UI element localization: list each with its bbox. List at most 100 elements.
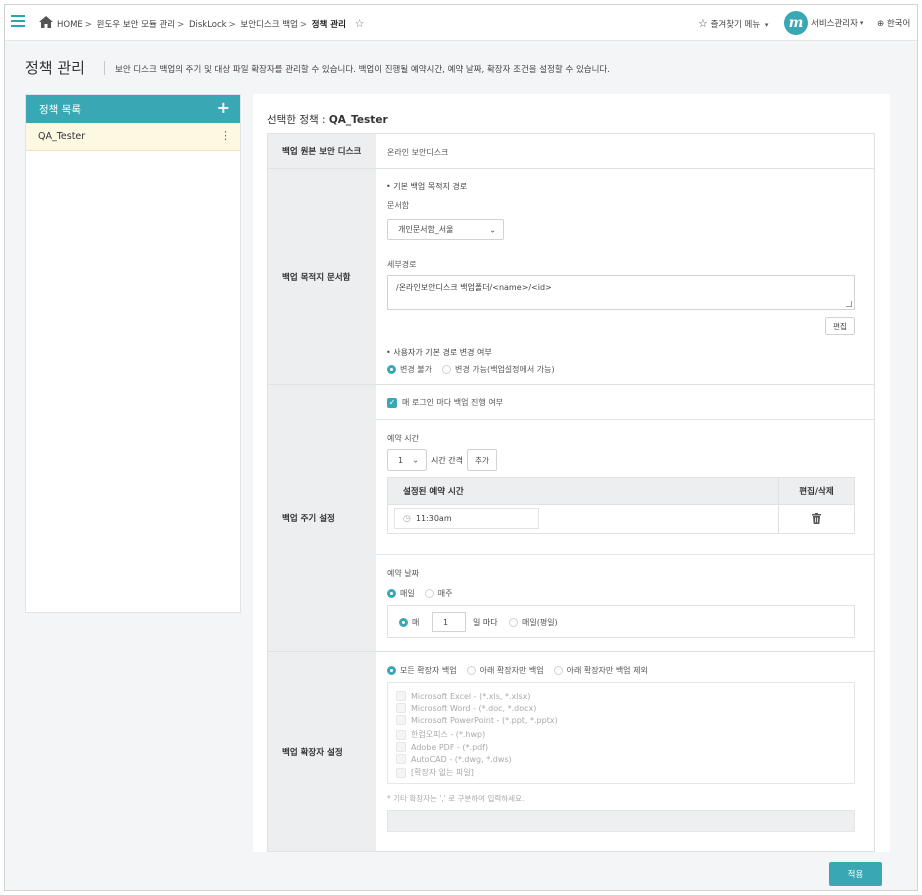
extension-list-box: Microsoft Excel - (*.xls, *.xlsx) Micros… <box>387 682 855 784</box>
schedule-label: 백업 주기 설정 <box>268 385 376 651</box>
extensions-label: 백업 확장자 설정 <box>268 652 376 851</box>
login-backup-checkbox[interactable]: ✓ 매 로그인 마다 백업 진행 여부 <box>387 397 503 408</box>
extension-item[interactable]: Microsoft Word - (*.doc, *.docx) <box>396 703 536 713</box>
date-title: 예약 날짜 <box>387 569 419 578</box>
user-change-radio-group: 변경 불가 변경 가능(백업설정에서 가능) <box>387 364 565 375</box>
globe-icon: ⊕ <box>877 19 885 29</box>
default-path-title: • 기본 백업 목적지 경로 <box>386 182 468 191</box>
checkbox-checked-icon: ✓ <box>387 397 397 408</box>
add-policy-button[interactable]: + <box>217 100 230 116</box>
destination-row: 백업 목적지 문서함 • 기본 백업 목적지 경로 문서함 개인문서함_서울 ⌄… <box>268 169 874 385</box>
star-icon: ☆ <box>698 17 708 30</box>
app-window: HOME > 윈도우 보안 모듈 관리 > DiskLock > 보안디스크 백업 > … <box>4 4 918 891</box>
source-value: 온라인 보안디스크 <box>387 148 449 157</box>
policy-detail-panel: 선택한 정책 : QA_Tester 백업 원본 보안 디스크 온라인 보안디스… <box>253 94 890 852</box>
policy-settings-table: 백업 원본 보안 디스크 온라인 보안디스크 백업 목적지 문서함 • 기본 백… <box>267 133 875 852</box>
chevron-down-icon: ⌄ <box>412 455 419 465</box>
breadcrumb-current: 정책 관리 <box>311 20 346 30</box>
radio-daily[interactable]: 매일 <box>387 588 415 599</box>
caret-down-icon: ▾ <box>859 19 864 27</box>
breadcrumb-backup[interactable]: 보안디스크 백업 <box>240 20 297 30</box>
cabinet-select[interactable]: 개인문서함_서울 ⌄ <box>387 219 504 240</box>
page-description: 보안 디스크 백업의 주기 및 대상 파일 확장자를 관리할 수 있습니다. 백… <box>115 65 610 75</box>
time-field[interactable]: ◷ 11:30am <box>394 508 539 529</box>
star-outline-icon[interactable]: ☆ <box>355 18 365 29</box>
source-row: 백업 원본 보안 디스크 온라인 보안디스크 <box>268 134 874 169</box>
radio-weekly[interactable]: 매주 <box>424 588 452 599</box>
trash-icon[interactable] <box>812 513 821 524</box>
radio-exclude-only[interactable]: 아래 확장자만 백업 제외 <box>553 665 648 676</box>
scheduled-times-table: 설정된 예약 시간 편집/삭제 ◷ 11:30am <box>387 477 855 534</box>
destination-label: 백업 목적지 문서함 <box>268 169 376 384</box>
selected-policy-title: 선택한 정책 : QA_Tester <box>267 112 388 127</box>
title-divider <box>104 61 105 75</box>
time-value: 11:30am <box>415 514 452 523</box>
policy-list-header: 정책 목록 + <box>26 95 240 123</box>
breadcrumb-windows-security[interactable]: 윈도우 보안 모듈 관리 <box>97 20 176 30</box>
every-days-input[interactable]: 1 <box>432 612 466 632</box>
extensions-row: 백업 확장자 설정 모든 확장자 백업 아래 확장자만 백업 아래 확장자만 백… <box>268 652 874 852</box>
radio-all-extensions[interactable]: 모든 확장자 백업 <box>387 665 457 676</box>
breadcrumb-disklock[interactable]: DiskLock <box>189 20 227 30</box>
policy-list-title: 정책 목록 <box>39 103 81 116</box>
extension-note: * 기타 확장자는 ',' 로 구분하여 입력하세요. <box>387 794 525 803</box>
extension-item[interactable]: AutoCAD - (*.dwg, *.dws) <box>396 754 512 764</box>
policy-name: QA_Tester <box>38 131 86 142</box>
caret-down-icon: ▾ <box>764 21 769 29</box>
user-menu[interactable]: m 서비스관리자 ▾ <box>784 11 863 35</box>
selected-policy-prefix: 선택한 정책 : <box>267 114 329 126</box>
cabinet-label: 문서함 <box>387 201 410 210</box>
date-radio-group: 매일 매주 <box>387 588 462 599</box>
subpath-textarea[interactable]: /온라인보안디스크 백업폴더/<name>/<id> <box>387 275 855 310</box>
favorites-menu[interactable]: ☆ 즐겨찾기 메뉴 ▾ <box>698 17 768 30</box>
avatar: m <box>784 11 808 35</box>
radio-no-change[interactable]: 변경 불가 <box>387 364 432 375</box>
subpath-value: /온라인보안디스크 백업폴더/<name>/<id> <box>396 283 552 292</box>
top-bar: HOME > 윈도우 보안 모듈 관리 > DiskLock > 보안디스크 백업 > … <box>5 5 917 41</box>
selected-policy-name: QA_Tester <box>328 114 388 126</box>
apply-button[interactable]: 적용 <box>829 862 882 886</box>
extension-mode-radio-group: 모든 확장자 백업 아래 확장자만 백업 아래 확장자만 백업 제외 <box>387 665 658 676</box>
clock-icon: ◷ <box>403 513 411 524</box>
radio-can-change[interactable]: 변경 가능(백업설정에서 가능) <box>441 364 555 375</box>
page-title: 정책 관리 <box>25 59 85 77</box>
extension-item[interactable]: [확장자 없는 파일] <box>396 767 474 778</box>
table-row: ◷ 11:30am <box>388 504 854 533</box>
radio-every-n-days[interactable]: 매 <box>399 617 419 628</box>
extension-item[interactable]: Adobe PDF - (*.pdf) <box>396 742 488 752</box>
time-title: 예약 시간 <box>387 434 419 443</box>
scheduled-times-header: 설정된 예약 시간 편집/삭제 <box>388 478 854 504</box>
subpath-label: 세부경로 <box>387 260 417 269</box>
cabinet-value: 개인문서함_서울 <box>398 225 454 234</box>
every-suffix: 일 마다 <box>473 618 498 627</box>
radio-include-only[interactable]: 아래 확장자만 백업 <box>466 665 544 676</box>
custom-extension-input[interactable] <box>387 810 855 832</box>
menu-icon[interactable] <box>11 15 25 27</box>
source-label: 백업 원본 보안 디스크 <box>268 134 376 168</box>
schedule-row: 백업 주기 설정 ✓ 매 로그인 마다 백업 진행 여부 예약 시간 1 ⌄ 시… <box>268 385 874 652</box>
policy-list-panel: 정책 목록 + QA_Tester ⋮ <box>25 94 241 613</box>
policy-list-item[interactable]: QA_Tester ⋮ <box>26 123 240 151</box>
breadcrumb: HOME > 윈도우 보안 모듈 관리 > DiskLock > 보안디스크 백업 > … <box>57 17 365 30</box>
interval-value: 1 <box>398 455 404 465</box>
favorites-label: 즐겨찾기 메뉴 <box>710 20 761 30</box>
header-action: 편집/삭제 <box>799 487 834 497</box>
language-menu[interactable]: ⊕ 한국어 <box>877 17 910 29</box>
chevron-down-icon: ⌄ <box>489 225 496 234</box>
language-label: 한국어 <box>886 19 911 29</box>
edit-path-button[interactable]: 편집 <box>825 317 855 335</box>
breadcrumb-home[interactable]: HOME <box>57 20 83 30</box>
extension-item[interactable]: 한컴오피스 - (*.hwp) <box>396 729 485 740</box>
user-change-title: • 사용자가 기본 경로 변경 여부 <box>386 348 492 357</box>
kebab-menu-icon[interactable]: ⋮ <box>220 130 231 141</box>
extension-item[interactable]: Microsoft Excel - (*.xls, *.xlsx) <box>396 691 531 701</box>
header-time: 설정된 예약 시간 <box>403 487 464 497</box>
resize-handle-icon[interactable] <box>846 301 852 307</box>
radio-weekdays[interactable]: 매일(평일) <box>509 617 568 628</box>
extension-item[interactable]: Microsoft PowerPoint - (*.ppt, *.pptx) <box>396 715 558 725</box>
interval-select[interactable]: 1 ⌄ <box>387 449 427 471</box>
user-name: 서비스관리자 <box>811 19 858 29</box>
home-icon[interactable] <box>39 16 53 28</box>
add-time-button[interactable]: 추가 <box>467 449 497 471</box>
login-backup-label: 매 로그인 마다 백업 진행 여부 <box>402 398 504 407</box>
